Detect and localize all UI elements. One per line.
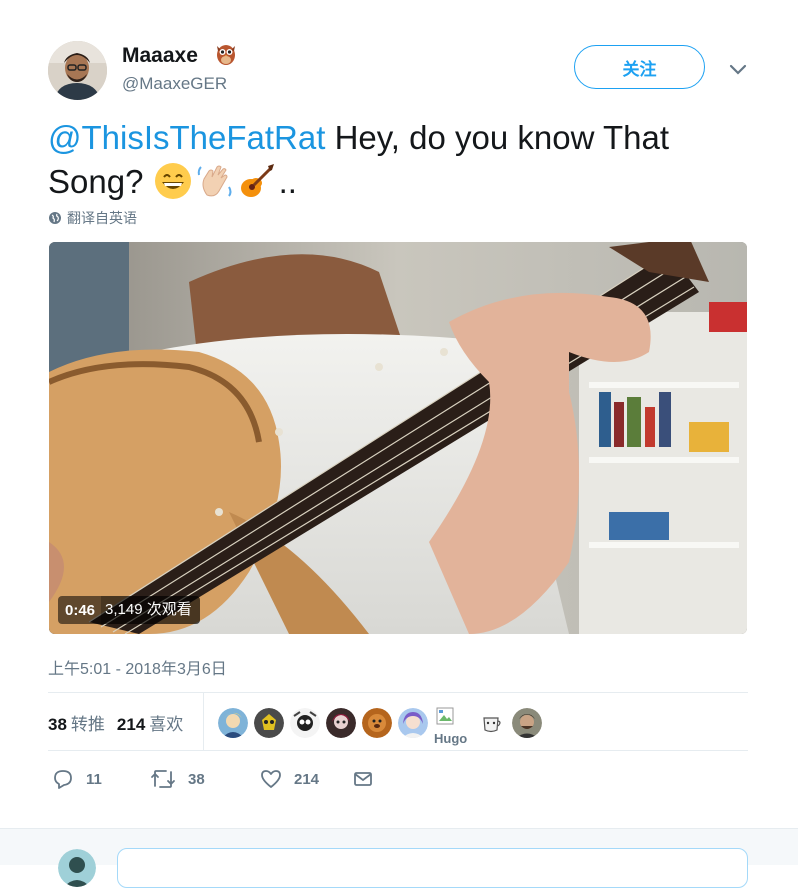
- reply-icon: [54, 770, 72, 789]
- liker-avatar[interactable]: [476, 708, 506, 738]
- retweet-icon: [151, 770, 175, 788]
- video-views: 3,149 次观看: [101, 596, 200, 624]
- author-name[interactable]: Maaaxe: [122, 44, 198, 68]
- liker-avatar[interactable]: [512, 708, 542, 738]
- like-count[interactable]: 214 喜欢: [117, 710, 183, 735]
- waving-hand-icon: [197, 165, 232, 197]
- video-info-badge: 0:46 3,149 次观看: [58, 596, 200, 624]
- tweet-text: @ThisIsTheFatRat Hey, do you know That S…: [48, 116, 738, 204]
- grinning-face-icon: [154, 163, 191, 199]
- divider: [48, 750, 748, 751]
- heart-icon: [261, 770, 281, 788]
- liker-avatar[interactable]: [290, 708, 320, 738]
- liker-avatars: Hugo: [218, 707, 542, 746]
- retweet-count[interactable]: 38 转推: [48, 710, 105, 735]
- liker-avatar[interactable]: [326, 708, 356, 738]
- broken-image-icon: [436, 707, 454, 725]
- globe-icon: [49, 212, 61, 224]
- owl-emoji-icon: [217, 45, 235, 65]
- retweet-count-label: 转推: [70, 715, 105, 734]
- reply-input[interactable]: [117, 848, 748, 888]
- mail-icon: [354, 772, 372, 786]
- tweet-trail: ..: [278, 163, 297, 200]
- liker-avatar[interactable]: [218, 708, 248, 738]
- tweet-stats: 38 转推 214 喜欢: [48, 710, 183, 735]
- like-count-value: 214: [116, 715, 146, 734]
- author-avatar[interactable]: [48, 41, 107, 100]
- follow-button[interactable]: 关注: [574, 45, 705, 89]
- liker-avatar-hugo[interactable]: Hugo: [434, 707, 467, 746]
- translate-label: 翻译自英语: [67, 210, 137, 226]
- like-button[interactable]: 214: [260, 768, 352, 790]
- reply-count: 11: [86, 770, 102, 788]
- hugo-label: Hugo: [434, 731, 468, 746]
- video-frame: [49, 242, 747, 634]
- translate-link[interactable]: 翻译自英语: [48, 208, 137, 228]
- video-player[interactable]: [49, 242, 747, 634]
- tweet-timestamp[interactable]: 上午5:01 - 2018年3月6日: [48, 655, 227, 679]
- current-user-avatar[interactable]: [58, 849, 96, 887]
- liker-avatar[interactable]: [254, 708, 284, 738]
- chevron-down-icon[interactable]: [727, 60, 749, 78]
- mention-link[interactable]: @ThisIsTheFatRat: [48, 119, 325, 156]
- stats-separator: [203, 693, 204, 750]
- like-action-count: 214: [294, 770, 320, 788]
- retweet-count-value: 38: [48, 715, 67, 734]
- author-handle[interactable]: @MaaxeGER: [122, 74, 227, 94]
- direct-message-button[interactable]: [352, 768, 386, 790]
- retweet-button[interactable]: 38: [150, 768, 260, 790]
- divider: [48, 692, 748, 693]
- liker-avatar[interactable]: [362, 708, 392, 738]
- like-count-label: 喜欢: [149, 715, 184, 734]
- guitar-icon: [240, 164, 274, 197]
- liker-avatar[interactable]: [398, 708, 428, 738]
- video-duration: 0:46: [65, 601, 96, 619]
- reply-button[interactable]: 11: [52, 768, 150, 790]
- tweet-card: Maaaxe @MaaxeGER 关注 @ThisIsTheFatRat Hey…: [0, 0, 798, 828]
- retweet-action-count: 38: [188, 770, 205, 788]
- tweet-actions: 11 38 214: [48, 768, 386, 790]
